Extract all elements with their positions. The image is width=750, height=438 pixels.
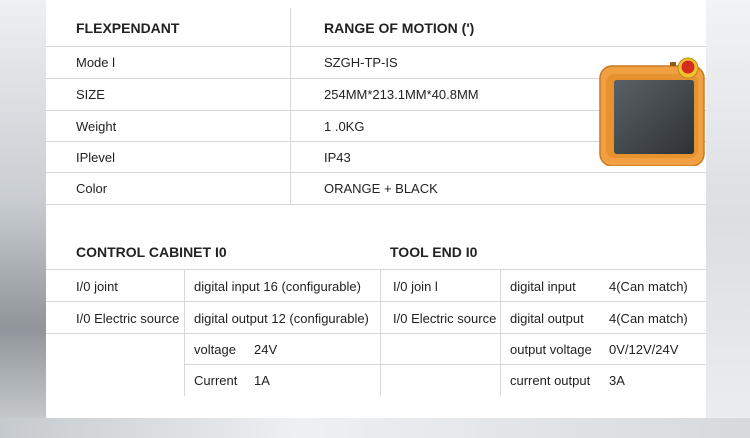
- cabinet-row-label: I/0 joint: [76, 279, 118, 294]
- row-value: ORANGE + BLACK: [324, 181, 438, 196]
- spec-table-header: FLEXPENDANT RANGE OF MOTION ('): [46, 8, 706, 46]
- cabinet-row-val: 24V: [254, 342, 278, 357]
- tool-row-val: 3A: [609, 373, 625, 388]
- cabinet-row-sub: digital input 16 (configurable): [194, 279, 361, 294]
- table-divider: [46, 204, 706, 205]
- tool-end-title: TOOL END I0: [390, 244, 478, 260]
- row-label: Weight: [76, 119, 117, 134]
- column-divider: [184, 269, 185, 396]
- row-value: 1 .0KG: [324, 119, 365, 134]
- tool-row-sub: current output: [510, 373, 591, 388]
- row-label: Mode l: [76, 55, 116, 70]
- tool-row-label: I/0 join l: [393, 279, 438, 294]
- tool-row-val: 4(Can match): [609, 279, 688, 294]
- cabinet-row-sub: Current: [194, 373, 238, 388]
- column-divider: [500, 269, 501, 396]
- background-bottom: [0, 418, 750, 438]
- control-cabinet-title: CONTROL CABINET I0: [76, 244, 227, 260]
- row-label: SIZE: [76, 87, 105, 102]
- table-row: Color ORANGE + BLACK: [46, 172, 706, 204]
- teach-pendant-image: [599, 57, 705, 166]
- table-divider: [46, 301, 706, 302]
- spec-card: FLEXPENDANT RANGE OF MOTION (') Mode l S…: [46, 0, 706, 418]
- row-value: IP43: [324, 150, 351, 165]
- header-flexpendant: FLEXPENDANT: [76, 20, 180, 36]
- background-right: [706, 0, 750, 438]
- row-value: SZGH-TP-IS: [324, 55, 398, 70]
- tool-row-label: I/0 Electric source: [393, 311, 497, 326]
- tool-row-sub: output voltage: [510, 342, 592, 357]
- column-divider: [380, 269, 381, 396]
- tool-row-sub: digital output: [510, 311, 584, 326]
- row-label: Color: [76, 181, 108, 196]
- row-label: IPlevel: [76, 150, 116, 165]
- background-left: [0, 0, 46, 438]
- cabinet-row-val: 1A: [254, 373, 270, 388]
- column-divider: [290, 8, 291, 204]
- tool-row-val: 0V/12V/24V: [609, 342, 679, 357]
- cabinet-row-label: I/0 Electric source: [76, 311, 180, 326]
- tool-row-sub: digital input: [510, 279, 576, 294]
- table-divider: [184, 364, 706, 365]
- row-value: 254MM*213.1MM*40.8MM: [324, 87, 479, 102]
- tool-row-val: 4(Can match): [609, 311, 688, 326]
- header-range-of-motion: RANGE OF MOTION ('): [324, 20, 475, 36]
- table-divider: [46, 333, 706, 334]
- table-divider: [46, 269, 706, 270]
- cabinet-row-sub: voltage: [194, 342, 236, 357]
- cabinet-row-sub: digital output 12 (configurable): [194, 311, 369, 326]
